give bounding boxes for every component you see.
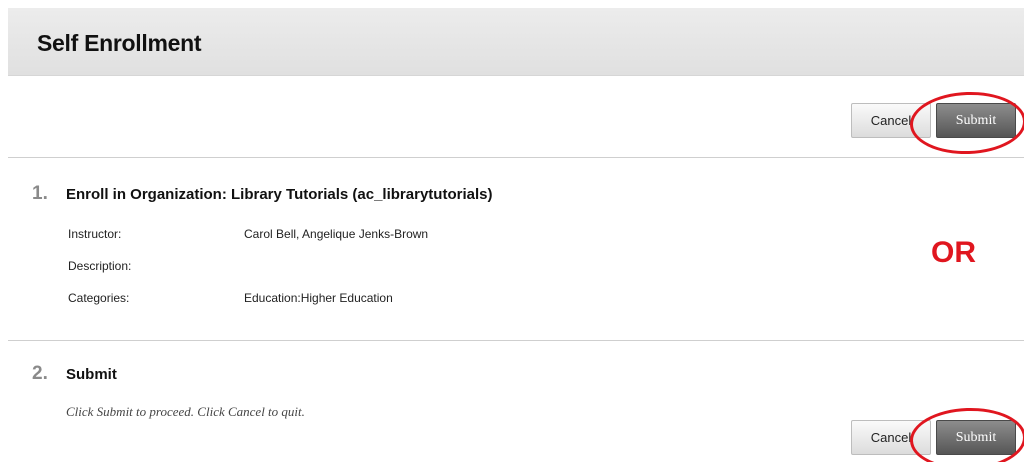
description-label: Description:	[68, 259, 132, 273]
step-number: 2.	[32, 363, 48, 384]
cancel-button[interactable]: Cancel	[851, 420, 931, 455]
bottom-action-bar: Cancel Submit	[851, 420, 1016, 455]
step-title-enroll: Enroll in Organization: Library Tutorial…	[66, 186, 493, 203]
categories-label: Categories:	[68, 291, 130, 305]
top-action-bar: Cancel Submit	[851, 103, 1016, 138]
page-title: Self Enrollment	[37, 30, 202, 56]
section-divider	[8, 340, 1024, 341]
step-number: 1.	[32, 183, 48, 204]
categories-value: Education:Higher Education	[244, 291, 393, 305]
submit-instructions: Click Submit to proceed. Click Cancel to…	[66, 404, 305, 419]
section-divider	[8, 157, 1024, 158]
submit-button[interactable]: Submit	[936, 103, 1016, 138]
instructor-label: Instructor:	[68, 227, 122, 241]
step-title-submit: Submit	[66, 366, 117, 383]
page-header: Self Enrollment	[8, 8, 1024, 76]
instructor-value: Carol Bell, Angelique Jenks-Brown	[244, 227, 429, 241]
submit-button[interactable]: Submit	[936, 420, 1016, 455]
self-enrollment-page: Self Enrollment Cancel Submit 1. Enroll …	[0, 0, 1024, 462]
cancel-button[interactable]: Cancel	[851, 103, 931, 138]
or-annotation: OR	[931, 236, 976, 269]
